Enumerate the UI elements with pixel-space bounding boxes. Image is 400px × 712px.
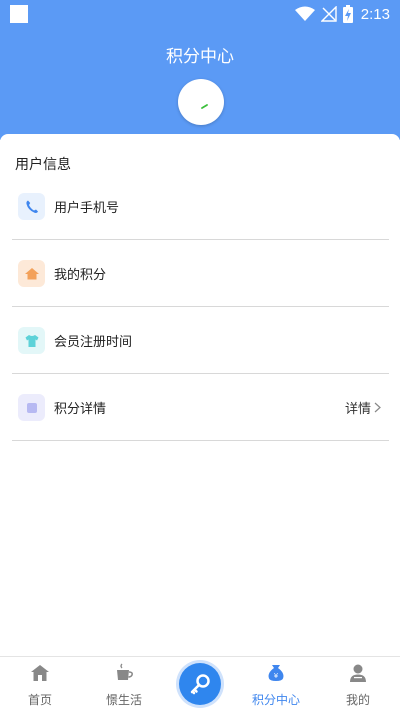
tab-label: 积分中心 [251,693,300,707]
svg-text:¥: ¥ [274,672,279,680]
wifi-icon [294,6,315,21]
header: 积分中心 [0,28,400,140]
section-title: 用户信息 [15,157,71,173]
row-label: 我的积分 [54,268,107,283]
tab-mine[interactable]: 我的 [318,657,398,712]
tab-label: 首页 [27,693,52,707]
detail-label: 详情 [344,402,371,417]
house-icon [18,260,45,287]
row-label: 积分详情 [54,402,107,417]
row-phone[interactable]: 用户手机号 [12,173,389,240]
status-time: 2:13 [360,5,390,23]
row-points-detail[interactable]: 积分详情 详情 [12,374,389,441]
tab-life[interactable]: 憬生活 [84,657,164,712]
tab-label: 我的 [345,693,370,707]
avatar[interactable] [178,79,224,125]
square-icon [18,394,45,421]
tab-home[interactable]: 首页 [0,657,80,712]
status-bar: 2:13 [0,0,400,28]
page-title: 积分中心 [166,47,234,67]
app-square-icon [10,5,28,23]
center-key-button[interactable] [179,663,221,705]
no-signal-icon [320,6,337,22]
phone-icon [18,193,45,220]
battery-charging-icon [342,5,353,23]
avatar-spinner-icon [201,104,208,109]
chevron-right-icon [374,402,381,413]
row-label: 用户手机号 [54,201,120,216]
tab-label: 憬生活 [105,693,142,707]
tab-points-center[interactable]: ¥ 积分中心 [236,657,316,712]
row-points[interactable]: 我的积分 [12,240,389,307]
detail-link[interactable]: 详情 [345,398,381,417]
shirt-icon [18,327,45,354]
money-bag-icon: ¥ [268,665,284,681]
key-icon [190,674,210,695]
home-icon [31,665,49,681]
status-icons: 2:13 [294,4,390,24]
row-label: 会员注册时间 [54,335,133,350]
user-info-card: 用户信息 用户手机号 我的积分 会员注册时间 积分详情 详情 [0,134,400,656]
cup-icon [117,663,133,680]
person-icon [350,664,366,682]
row-register-time[interactable]: 会员注册时间 [12,307,389,374]
